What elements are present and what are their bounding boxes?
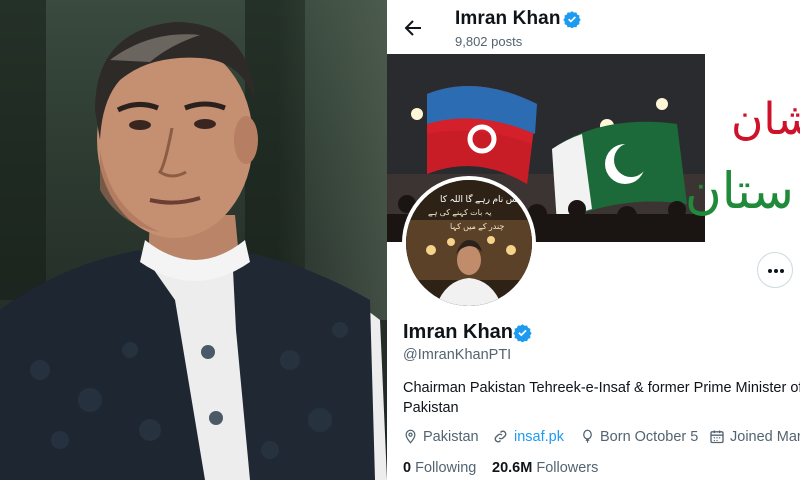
profile-page: Imran Khan 9,802 posts ان ستان بس نام رہ… [387,0,800,480]
more-options-button[interactable] [757,252,793,288]
location-item: Pakistan [403,428,479,445]
post-count: 9,802 posts [455,34,523,49]
link-icon [494,430,507,443]
avatar-caption: بس نام رہے گا اللہ کا [440,194,520,204]
followers-link[interactable]: 20.6M Followers [492,460,598,476]
more-dots-icon [780,269,784,273]
followers-count: 20.6M [492,460,533,476]
profile-name: Imran Khan [403,321,514,343]
avatar-caption: یہ بات کہنے کی ہے [428,208,492,217]
portrait-photo [0,0,387,480]
location-text: Pakistan [423,428,479,445]
balloon-icon [583,429,592,443]
verified-badge-icon [563,10,581,29]
profile-handle: @ImranKhanPTI [403,347,512,363]
verified-badge-icon[interactable] [513,323,532,343]
following-count: 0 [403,460,412,476]
following-link[interactable]: 0 Following [403,460,476,476]
website-link[interactable]: insaf.pk [514,429,564,445]
following-label: Following [415,460,477,476]
followers-label: Followers [536,460,599,476]
birthday-text: Born October 5 [600,428,699,445]
more-dots-icon [768,269,772,273]
profile-top-bar: Imran Khan 9,802 posts [387,0,800,54]
portrait-figure [0,22,387,480]
joined-item: Joined Mar [709,428,800,445]
more-dots-icon [774,269,778,273]
location-pin-icon [405,429,416,444]
arrow-left-icon[interactable] [401,16,425,40]
website-item[interactable]: insaf.pk [492,428,564,445]
birthday-item: Born October 5 [580,428,698,445]
banner-urdu-text-red: شان [731,94,800,145]
header-title: Imran Khan [455,8,561,29]
avatar-image: بس نام رہے گا اللہ کا یہ بات کہنے کی ہے … [406,180,532,306]
avatar-caption: چندر کے میں کہا [450,222,505,231]
avatar[interactable]: بس نام رہے گا اللہ کا یہ بات کہنے کی ہے … [402,176,536,310]
calendar-icon [710,430,724,444]
profile-bio: Chairman Pakistan Tehreek-e-Insaf & form… [403,380,800,416]
banner-urdu-text-green: ستان [685,162,794,220]
joined-text: Joined Mar [730,428,800,445]
